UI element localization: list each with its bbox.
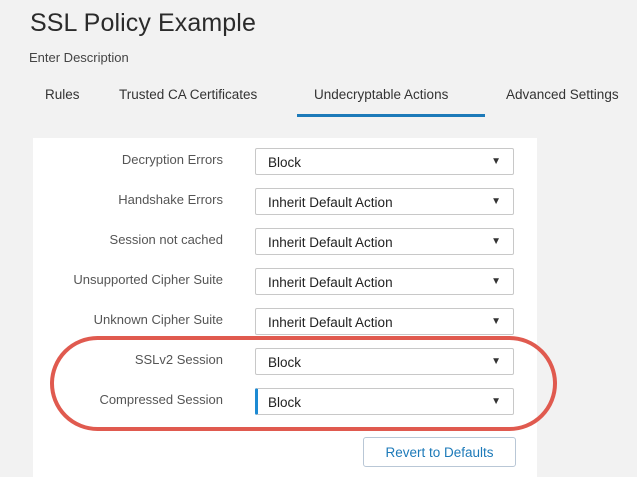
chevron-down-icon: ▼ — [491, 396, 501, 407]
tab-undecryptable-actions[interactable]: Undecryptable Actions — [314, 87, 448, 102]
select-value: Block — [268, 355, 302, 370]
sslv2-session-label: SSLv2 Session — [134, 352, 223, 367]
active-tab-indicator — [297, 114, 485, 117]
chevron-down-icon: ▼ — [491, 356, 501, 367]
revert-to-defaults-button[interactable]: Revert to Defaults — [363, 437, 516, 467]
policy-description[interactable]: Enter Description — [29, 50, 129, 65]
unsupported-cipher-suite-label: Unsupported Cipher Suite — [73, 272, 223, 287]
unknown-cipher-suite-select[interactable]: Inherit Default Action ▼ — [255, 308, 514, 335]
handshake-errors-select[interactable]: Inherit Default Action ▼ — [255, 188, 514, 215]
page-title: SSL Policy Example — [30, 9, 256, 37]
unsupported-cipher-suite-select[interactable]: Inherit Default Action ▼ — [255, 268, 514, 295]
sslv2-session-select[interactable]: Block ▼ — [255, 348, 514, 375]
tab-rules[interactable]: Rules — [45, 87, 80, 102]
chevron-down-icon: ▼ — [491, 316, 501, 327]
compressed-session-select[interactable]: Block ▼ — [255, 388, 514, 415]
select-value: Inherit Default Action — [268, 235, 393, 250]
session-not-cached-select[interactable]: Inherit Default Action ▼ — [255, 228, 514, 255]
handshake-errors-label: Handshake Errors — [118, 192, 223, 207]
decryption-errors-label: Decryption Errors — [121, 152, 223, 167]
select-value: Block — [268, 155, 302, 170]
select-value: Inherit Default Action — [268, 195, 393, 210]
select-value: Inherit Default Action — [268, 275, 393, 290]
chevron-down-icon: ▼ — [491, 196, 501, 207]
chevron-down-icon: ▼ — [491, 236, 501, 247]
unknown-cipher-suite-label: Unknown Cipher Suite — [93, 312, 223, 327]
chevron-down-icon: ▼ — [491, 156, 501, 167]
decryption-errors-select[interactable]: Block ▼ — [255, 148, 514, 175]
select-value: Block — [268, 395, 302, 410]
chevron-down-icon: ▼ — [491, 276, 501, 287]
session-not-cached-label: Session not cached — [109, 232, 223, 247]
compressed-session-label: Compressed Session — [99, 392, 223, 407]
tab-advanced-settings[interactable]: Advanced Settings — [506, 87, 619, 102]
tab-trusted-ca-certificates[interactable]: Trusted CA Certificates — [119, 87, 257, 102]
select-value: Inherit Default Action — [268, 315, 393, 330]
